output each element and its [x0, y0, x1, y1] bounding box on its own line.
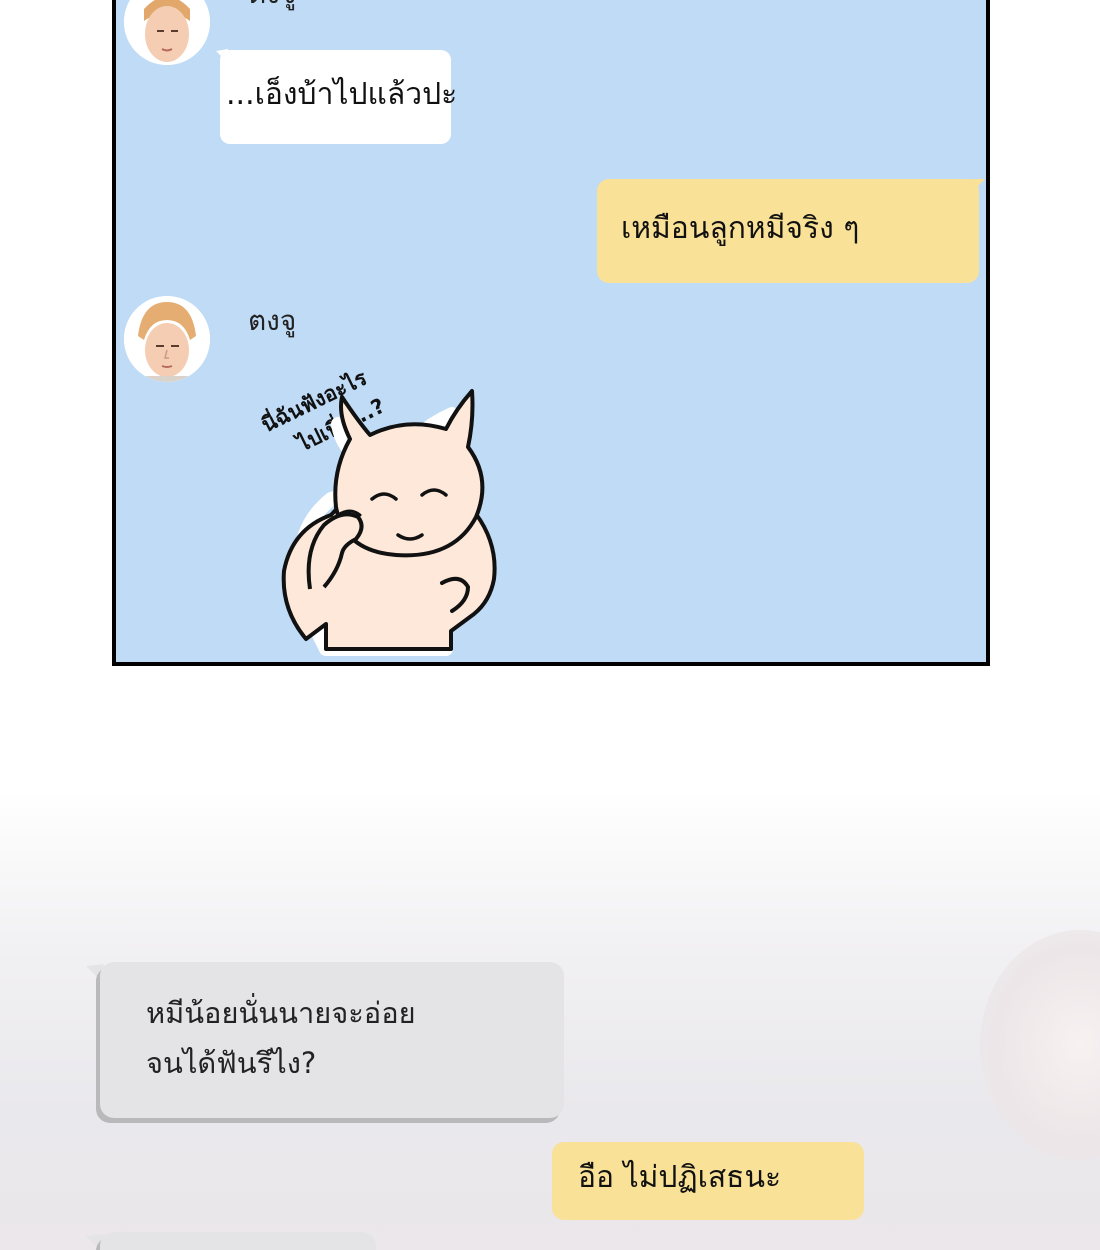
sender-name: ตงจู [248, 304, 297, 337]
message-text: หมีน้อยนั่นนายจะอ่อย จนได้ฟันรึไง? [146, 996, 416, 1080]
message-text: เหมือนลูกหมีจริง ๆ [621, 210, 860, 246]
message-text: อือ ไม่ปฏิเสธนะ [578, 1159, 782, 1195]
lower-background: หมีน้อยนั่นนายจะอ่อย จนได้ฟันรึไง? อือ ไ… [0, 790, 1100, 1250]
sender-name: ตงจู [248, 0, 296, 16]
message-text: ...เอ็งบ้าไปแล้วปะ [226, 76, 458, 112]
background-glow [980, 930, 1100, 1160]
avatar[interactable] [124, 296, 210, 382]
bear-devil-sticker-icon[interactable] [246, 339, 526, 666]
received-message-bubble-partial[interactable] [100, 1232, 376, 1250]
received-message-bubble[interactable]: ...เอ็งบ้าไปแล้วปะ [220, 50, 457, 144]
avatar[interactable] [124, 0, 210, 65]
bubble-tail [971, 179, 985, 193]
sent-message-bubble[interactable]: อือ ไม่ปฏิเสธนะ [552, 1142, 864, 1220]
sent-message-bubble[interactable]: เหมือนลูกหมีจริง ๆ [597, 179, 979, 283]
chat-panel: ตงจู ...เอ็งบ้าไปแล้วปะ เหมือนลูกหมีจริง… [112, 0, 990, 666]
